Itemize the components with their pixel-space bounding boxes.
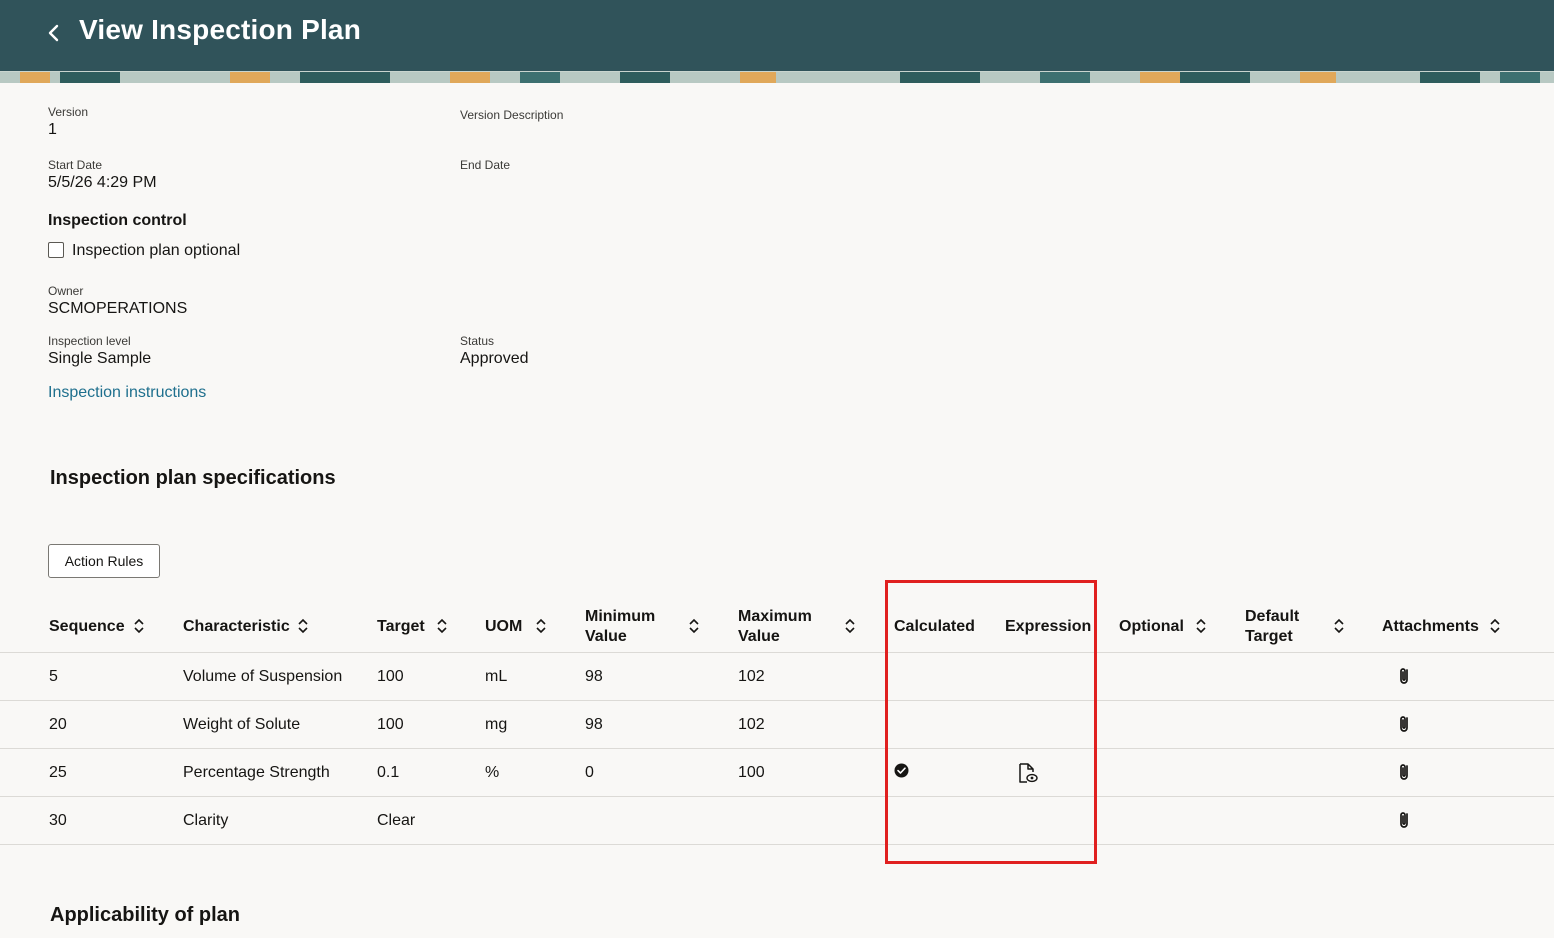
column-header-default-line1: Default	[1245, 608, 1300, 625]
sort-icon[interactable]	[536, 618, 546, 634]
cell-sequence: 5	[49, 668, 58, 685]
version-description-label: Version Description	[460, 108, 564, 122]
cell-uom: mL	[485, 668, 508, 685]
start-date-label: Start Date	[48, 158, 103, 172]
specifications-heading: Inspection plan specifications	[50, 467, 336, 489]
column-header-sequence[interactable]: Sequence	[49, 617, 125, 637]
inspection-instructions-link[interactable]: Inspection instructions	[48, 384, 206, 402]
page-header: View Inspection Plan	[0, 0, 1554, 71]
cell-sequence: 30	[49, 812, 67, 829]
attachment-paperclip-icon[interactable]	[1396, 666, 1412, 686]
cell-minimum: 0	[585, 764, 594, 781]
column-header-minimum-value[interactable]: Minimum Value	[585, 607, 655, 647]
row-divider	[0, 748, 1554, 749]
sort-icon[interactable]	[1334, 618, 1344, 634]
cell-target: 0.1	[377, 764, 400, 781]
version-value: 1	[48, 121, 57, 138]
sort-icon[interactable]	[845, 618, 855, 634]
column-header-minimum-line2: Value	[585, 628, 627, 645]
cell-maximum: 102	[738, 716, 765, 733]
column-header-maximum-line1: Maximum	[738, 608, 812, 625]
inspection-plan-optional-checkbox[interactable]	[48, 242, 64, 258]
column-header-attachments[interactable]: Attachments	[1382, 617, 1479, 637]
applicability-heading: Applicability of plan	[50, 904, 241, 926]
attachment-paperclip-icon[interactable]	[1396, 762, 1412, 782]
sort-icon[interactable]	[689, 618, 699, 634]
inspection-level-label: Inspection level	[48, 334, 131, 348]
cell-maximum: 100	[738, 764, 765, 781]
column-header-default-target[interactable]: Default Target	[1245, 607, 1299, 647]
cell-target: 100	[377, 716, 404, 733]
sort-icon[interactable]	[437, 618, 447, 634]
column-header-target[interactable]: Target	[377, 617, 425, 637]
sort-icon[interactable]	[298, 618, 308, 634]
cell-maximum: 102	[738, 668, 765, 685]
cell-characteristic: Volume of Suspension	[183, 668, 343, 685]
cell-characteristic: Percentage Strength	[183, 764, 330, 781]
row-divider	[0, 700, 1554, 701]
row-divider	[0, 652, 1554, 653]
cell-minimum: 98	[585, 668, 603, 685]
column-header-maximum-value[interactable]: Maximum Value	[738, 607, 812, 647]
end-date-label: End Date	[460, 158, 511, 172]
cell-target: 100	[377, 668, 404, 685]
column-header-characteristic[interactable]: Characteristic	[183, 617, 290, 637]
attachment-paperclip-icon[interactable]	[1396, 714, 1412, 734]
inspection-control-heading: Inspection control	[48, 212, 187, 229]
cell-characteristic: Clarity	[183, 812, 229, 829]
cell-minimum: 98	[585, 716, 603, 733]
cell-sequence: 20	[49, 716, 67, 733]
decorative-banner	[0, 71, 1554, 83]
inspection-level-value: Single Sample	[48, 350, 152, 367]
status-label: Status	[460, 334, 495, 348]
cell-sequence: 25	[49, 764, 67, 781]
page-title: View Inspection Plan	[79, 14, 362, 45]
start-date-value: 5/5/26 4:29 PM	[48, 174, 157, 191]
row-divider	[0, 844, 1554, 845]
status-value: Approved	[460, 350, 529, 367]
sort-icon[interactable]	[1196, 618, 1206, 634]
row-divider	[0, 796, 1554, 797]
sort-icon[interactable]	[134, 618, 144, 634]
inspection-plan-optional-label: Inspection plan optional	[72, 242, 241, 259]
version-label: Version	[48, 105, 89, 119]
column-header-maximum-line2: Value	[738, 628, 780, 645]
cell-uom: mg	[485, 716, 508, 733]
action-rules-button[interactable]: Action Rules	[48, 544, 160, 578]
sort-icon[interactable]	[1490, 618, 1500, 634]
column-header-optional[interactable]: Optional	[1119, 617, 1184, 637]
highlight-box	[885, 580, 1097, 864]
back-arrow-icon[interactable]	[44, 20, 64, 46]
owner-label: Owner	[48, 284, 84, 298]
column-header-minimum-line1: Minimum	[585, 608, 656, 625]
column-header-uom[interactable]: UOM	[485, 617, 522, 637]
owner-value: SCMOPERATIONS	[48, 300, 188, 317]
cell-uom: %	[485, 764, 500, 781]
column-header-default-line2: Target	[1245, 628, 1293, 645]
attachment-paperclip-icon[interactable]	[1396, 810, 1412, 830]
cell-characteristic: Weight of Solute	[183, 716, 301, 733]
cell-target: Clear	[377, 812, 416, 829]
